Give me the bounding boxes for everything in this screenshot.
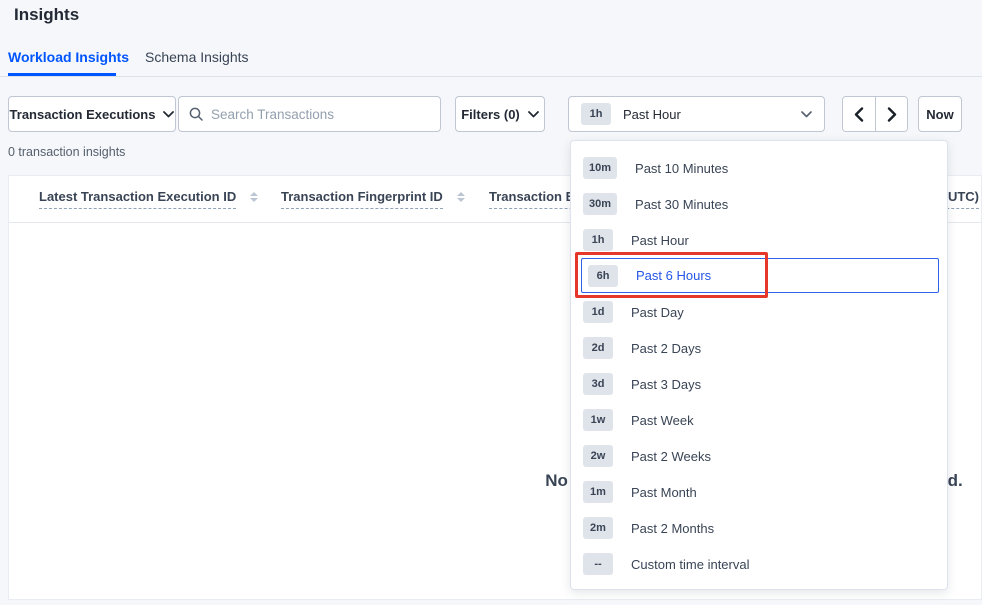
- time-option-badge: 1h: [583, 229, 613, 251]
- chevron-left-icon: [854, 107, 864, 122]
- time-option-past-day[interactable]: 1d Past Day: [571, 294, 947, 330]
- column-header-transaction-fingerprint-id[interactable]: Transaction Fingerprint ID: [281, 189, 465, 209]
- time-nav-group: [842, 96, 908, 132]
- time-option-past-2-months[interactable]: 2m Past 2 Months: [571, 510, 947, 546]
- time-option-badge: 6h: [588, 265, 618, 287]
- time-option-past-month[interactable]: 1m Past Month: [571, 474, 947, 510]
- previous-interval-button[interactable]: [843, 97, 875, 131]
- tab-schema-insights[interactable]: Schema Insights: [145, 49, 249, 65]
- time-option-past-2-weeks[interactable]: 2w Past 2 Weeks: [571, 438, 947, 474]
- time-option-badge: 3d: [583, 373, 613, 395]
- time-option-badge: 30m: [583, 193, 617, 215]
- time-interval-select[interactable]: 1h Past Hour: [568, 96, 825, 132]
- time-option-past-3-days[interactable]: 3d Past 3 Days: [571, 366, 947, 402]
- time-option-past-6-hours[interactable]: 6h Past 6 Hours: [581, 258, 939, 293]
- time-option-badge: 2m: [583, 517, 613, 539]
- time-option-past-week[interactable]: 1w Past Week: [571, 402, 947, 438]
- chevron-down-icon: [163, 111, 174, 118]
- time-option-badge: 1m: [583, 481, 613, 503]
- time-option-badge: --: [583, 553, 613, 575]
- execution-type-label: Transaction Executions: [10, 107, 156, 122]
- time-interval-label: Past Hour: [623, 107, 681, 122]
- insights-page: Insights Workload Insights Schema Insigh…: [0, 0, 982, 605]
- filters-button[interactable]: Filters (0): [455, 96, 545, 132]
- column-header-latest-transaction-execution-id[interactable]: Latest Transaction Execution ID: [39, 189, 258, 209]
- time-option-past-30-minutes[interactable]: 30m Past 30 Minutes: [571, 186, 947, 222]
- tab-workload-insights[interactable]: Workload Insights: [8, 49, 129, 65]
- sort-icon[interactable]: [250, 192, 258, 202]
- search-icon: [189, 107, 203, 121]
- search-box[interactable]: [178, 96, 441, 132]
- filters-label: Filters (0): [461, 107, 520, 122]
- time-option-badge: 2w: [583, 445, 613, 467]
- time-interval-dropdown: 10m Past 10 Minutes 30m Past 30 Minutes …: [570, 140, 948, 590]
- time-option-past-10-minutes[interactable]: 10m Past 10 Minutes: [571, 150, 947, 186]
- now-button[interactable]: Now: [918, 96, 962, 132]
- page-title: Insights: [14, 5, 79, 25]
- execution-type-select[interactable]: Transaction Executions: [8, 96, 176, 132]
- time-option-past-hour[interactable]: 1h Past Hour: [571, 222, 947, 258]
- time-option-badge: 10m: [583, 157, 617, 179]
- time-option-custom-interval[interactable]: -- Custom time interval: [571, 546, 947, 582]
- time-option-badge: 1d: [583, 301, 613, 323]
- time-option-badge: 2d: [583, 337, 613, 359]
- next-interval-button[interactable]: [875, 97, 907, 131]
- time-interval-badge: 1h: [581, 103, 611, 125]
- tabs-divider: [0, 76, 982, 77]
- time-option-past-2-days[interactable]: 2d Past 2 Days: [571, 330, 947, 366]
- search-input[interactable]: [211, 107, 430, 122]
- chevron-down-icon: [528, 111, 539, 118]
- sort-icon[interactable]: [457, 192, 465, 202]
- insights-count: 0 transaction insights: [8, 145, 125, 159]
- time-option-badge: 1w: [583, 409, 613, 431]
- chevron-right-icon: [887, 107, 897, 122]
- chevron-down-icon: [801, 111, 812, 118]
